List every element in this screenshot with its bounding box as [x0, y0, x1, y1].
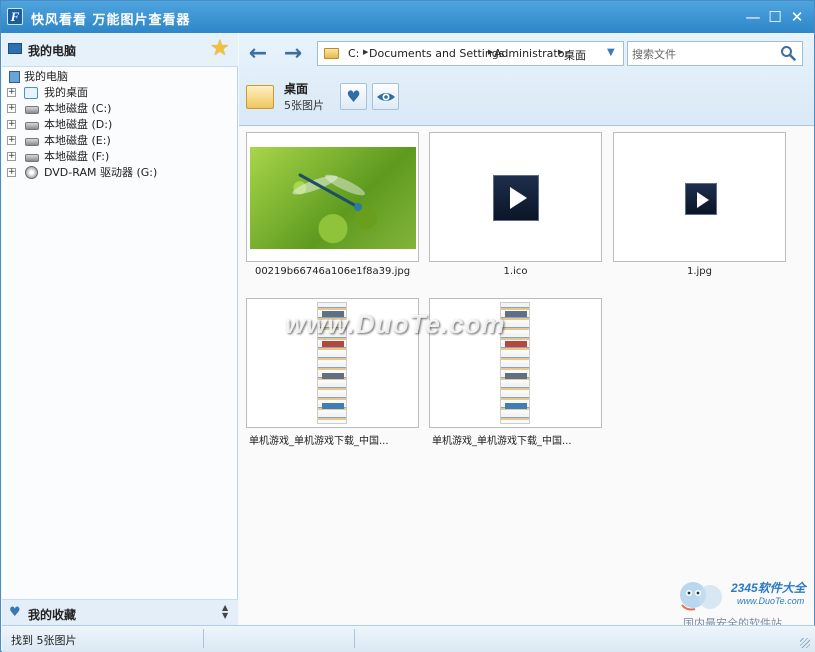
- expand-collapse-icon[interactable]: ▲ ▼: [222, 604, 228, 620]
- tree-item-label: DVD-RAM 驱动器 (G:): [44, 166, 158, 179]
- close-icon: ✕: [790, 8, 804, 26]
- webpage-block: [505, 373, 527, 379]
- webpage-block: [322, 403, 344, 409]
- thumbnail-filename: 1.ico: [503, 266, 528, 277]
- thumbnail-tile[interactable]: [613, 132, 786, 262]
- thumbnail-filename: 1.jpg: [686, 266, 712, 277]
- mascot-icon: [680, 582, 722, 611]
- app-title: 快风看看 万能图片查看器: [31, 13, 191, 28]
- thumbnail-tile[interactable]: [246, 132, 419, 262]
- tree-item-label: 本地磁盘 (F:): [44, 150, 110, 163]
- current-folder-count: 5张图片: [284, 99, 324, 112]
- back-button[interactable]: ←: [245, 42, 271, 66]
- back-arrow-icon: ←: [248, 41, 268, 66]
- thumbnail-filename: 单机游戏_单机游戏下载_中国...: [249, 436, 389, 447]
- drive-icon: [25, 154, 39, 162]
- close-button[interactable]: ✕: [788, 8, 806, 26]
- webpage-block: [322, 341, 344, 347]
- tree-item-label: 本地磁盘 (D:): [44, 118, 113, 131]
- folder-icon: [324, 48, 339, 59]
- webpage-block: [322, 373, 344, 379]
- app-logo-icon: F: [7, 8, 23, 25]
- app-window: F 快风看看 万能图片查看器 — ☐ ✕ 我的电脑 ★ 我的电脑 + 我的桌面 …: [0, 0, 815, 652]
- thumbnail-tile[interactable]: [429, 132, 602, 262]
- forward-arrow-icon: →: [283, 41, 303, 66]
- status-bar: 找到 5张图片: [2, 625, 815, 652]
- expand-icon[interactable]: +: [7, 136, 16, 145]
- current-folder-icon: [246, 85, 274, 109]
- expand-icon[interactable]: +: [7, 88, 16, 97]
- drive-icon: [25, 122, 39, 130]
- play-icon: [510, 187, 527, 209]
- breadcrumb-separator-icon: ▶: [488, 48, 494, 56]
- favorites-title: 我的收藏: [28, 608, 77, 622]
- media-player-icon: [685, 183, 717, 215]
- sidebar: 我的电脑 ★ 我的电脑 + 我的桌面 + 本地磁盘 (C:) + 本地磁盘 (D…: [2, 33, 238, 625]
- maximize-button[interactable]: ☐: [766, 8, 784, 26]
- expand-icon[interactable]: +: [7, 168, 16, 177]
- current-folder-name: 桌面: [284, 82, 309, 96]
- title-bar[interactable]: F 快风看看 万能图片查看器 — ☐ ✕: [1, 1, 814, 33]
- disc-icon: [25, 166, 38, 179]
- minimize-icon: —: [745, 8, 761, 26]
- resize-grip-icon[interactable]: [800, 638, 810, 648]
- eye-icon: [376, 93, 395, 101]
- status-divider: [354, 629, 355, 648]
- chevron-down-icon[interactable]: ▼: [607, 47, 615, 58]
- breadcrumb-separator-icon: ▶: [558, 48, 564, 56]
- expand-icon[interactable]: +: [7, 104, 16, 113]
- webpage-block: [505, 311, 527, 317]
- tree-item-label: 本地磁盘 (E:): [44, 134, 111, 147]
- toolbar: ← → C: ▶ Documents and Settings ▶ Admini…: [239, 33, 814, 126]
- minimize-button[interactable]: —: [744, 8, 762, 26]
- search-icon[interactable]: [780, 45, 796, 61]
- star-icon[interactable]: ★: [210, 37, 230, 61]
- breadcrumb-documents[interactable]: Documents and Settings: [369, 47, 505, 60]
- favorite-button[interactable]: ♥: [340, 83, 367, 110]
- corner-logo-url: www.DuoTe.com: [737, 596, 805, 606]
- status-text: 找到 5张图片: [11, 634, 77, 647]
- watermark-text: www.DuoTe.com: [285, 309, 506, 339]
- heart-icon: ♥: [346, 87, 361, 106]
- maximize-icon: ☐: [768, 8, 782, 26]
- expand-icon[interactable]: +: [7, 120, 16, 129]
- tree-item-label: 我的电脑: [24, 70, 68, 83]
- computer-icon: [9, 71, 20, 83]
- thumbnail-grid: 00219b66746a106e1f8a39.jpg 1.ico 1.jpg 单…: [239, 127, 814, 625]
- dragonfly-image: [292, 173, 366, 211]
- webpage-block: [505, 341, 527, 347]
- breadcrumb-separator-icon: ▶: [363, 48, 369, 56]
- search-box[interactable]: [627, 41, 803, 66]
- tree-item-label: 本地磁盘 (C:): [44, 102, 112, 115]
- drive-icon: [25, 106, 39, 114]
- thumbnail-filename: 00219b66746a106e1f8a39.jpg: [254, 266, 411, 277]
- dragonfly-photo-thumbnail: [250, 147, 416, 249]
- desktop-icon: [24, 87, 38, 99]
- heart-icon: ♥: [9, 605, 21, 620]
- favorites-panel-header[interactable]: ♥ 我的收藏 ▲ ▼: [2, 599, 238, 625]
- webpage-block: [505, 403, 527, 409]
- sidebar-header-title: 我的电脑: [28, 44, 77, 58]
- breadcrumb-drive[interactable]: C:: [348, 47, 359, 60]
- drive-icon: [25, 138, 39, 146]
- view-button[interactable]: [372, 83, 399, 110]
- play-icon: [697, 192, 709, 208]
- status-divider: [203, 629, 204, 648]
- expand-icon[interactable]: +: [7, 152, 16, 161]
- sidebar-header: 我的电脑 ★: [2, 33, 238, 67]
- forward-button[interactable]: →: [280, 42, 306, 66]
- media-player-icon: [493, 175, 539, 221]
- address-bar[interactable]: C: ▶ Documents and Settings ▶ Administra…: [317, 41, 624, 66]
- search-input[interactable]: [632, 45, 777, 63]
- tree-item-label: 我的桌面: [44, 85, 88, 101]
- breadcrumb-desktop[interactable]: 桌面: [564, 47, 586, 63]
- computer-icon: [8, 43, 22, 54]
- corner-logo-brand: 2345软件大全: [731, 581, 806, 595]
- corner-watermark-logo: 2345软件大全 www.DuoTe.com 国内最安全的软件站: [673, 571, 813, 631]
- thumbnail-filename: 单机游戏_单机游戏下载_中国...: [432, 436, 572, 447]
